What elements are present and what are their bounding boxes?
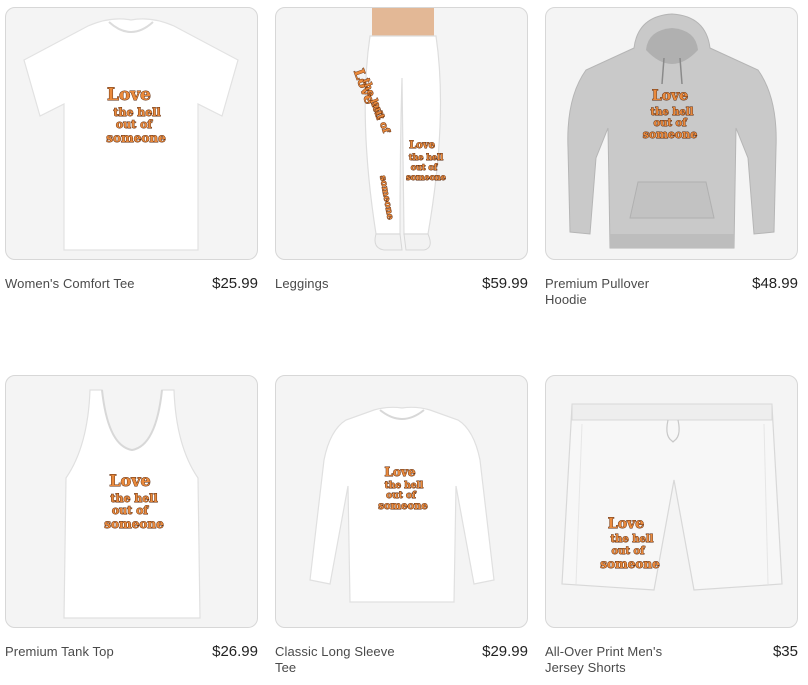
svg-text:Love: Love [107, 85, 151, 105]
product-name[interactable]: Leggings [275, 276, 329, 292]
svg-text:Love: Love [109, 471, 150, 490]
product-card[interactable]: Love the hell out of someone All-Over Pr… [545, 375, 798, 685]
svg-text:Love: Love [608, 516, 644, 532]
product-grid: Love the hell out of someone Women's Com… [5, 7, 798, 685]
product-price: $35 [772, 643, 798, 660]
svg-text:out of: out of [386, 491, 417, 501]
product-info: Leggings $59.99 [275, 276, 528, 292]
product-name[interactable]: Premium Tank Top [5, 644, 114, 660]
product-card[interactable]: Love the hell out of Love the hell out o… [275, 7, 528, 375]
svg-text:out of: out of [112, 504, 150, 517]
product-price: $29.99 [482, 643, 528, 660]
svg-text:the hell: the hell [409, 152, 443, 162]
product-card[interactable]: Love the hell out of someone Premium Pul… [545, 7, 798, 375]
svg-text:someone: someone [406, 172, 446, 182]
leggings-image: Love the hell out of Love the hell out o… [350, 8, 446, 251]
product-info: Premium Tank Top $26.99 [5, 644, 258, 660]
product-price: $48.99 [752, 275, 798, 292]
product-image[interactable]: Love the hell out of someone [545, 7, 798, 260]
svg-text:the hell: the hell [385, 481, 424, 491]
svg-text:the hell: the hell [651, 107, 694, 118]
product-price: $25.99 [212, 275, 258, 292]
product-image[interactable]: Love the hell out of someone [545, 375, 798, 628]
product-card[interactable]: Love the hell out of someone Classic Lon… [275, 375, 528, 685]
product-name[interactable]: Women's Comfort Tee [5, 276, 135, 292]
tank-top-image: Love the hell out of someone [63, 389, 201, 619]
product-info: Classic Long Sleeve Tee $29.99 [275, 644, 528, 676]
product-name[interactable]: Classic Long Sleeve Tee [275, 644, 415, 676]
jersey-shorts-image: Love the hell out of someone [561, 403, 783, 591]
svg-text:someone: someone [106, 131, 166, 145]
svg-text:Love: Love [384, 465, 415, 479]
svg-text:someone: someone [643, 128, 698, 141]
product-price: $59.99 [482, 275, 528, 292]
product-info: Women's Comfort Tee $25.99 [5, 276, 258, 292]
product-name[interactable]: Premium Pullover Hoodie [545, 276, 685, 308]
womens-tee-image: Love the hell out of someone [23, 18, 239, 251]
svg-text:the hell: the hell [611, 534, 654, 545]
svg-text:someone: someone [600, 557, 660, 571]
svg-text:Love: Love [652, 88, 688, 104]
svg-text:out of: out of [116, 118, 154, 131]
product-info: Premium Pullover Hoodie $48.99 [545, 276, 798, 308]
svg-text:someone: someone [378, 501, 428, 512]
product-info: All-Over Print Men's Jersey Shorts $35 [545, 644, 798, 676]
product-image[interactable]: Love the hell out of someone [5, 375, 258, 628]
svg-text:out of: out of [411, 162, 438, 172]
product-card[interactable]: Love the hell out of someone Women's Com… [5, 7, 258, 375]
product-card[interactable]: Love the hell out of someone Premium Tan… [5, 375, 258, 685]
product-image[interactable]: Love the hell out of Love the hell out o… [275, 7, 528, 260]
product-image[interactable]: Love the hell out of someone [275, 375, 528, 628]
svg-text:out of: out of [611, 546, 645, 557]
hoodie-image: Love the hell out of someone [567, 13, 777, 249]
long-sleeve-tee-image: Love the hell out of someone [309, 406, 495, 603]
product-price: $26.99 [212, 643, 258, 660]
product-image[interactable]: Love the hell out of someone [5, 7, 258, 260]
svg-text:someone: someone [104, 517, 164, 531]
product-name[interactable]: All-Over Print Men's Jersey Shorts [545, 644, 685, 676]
svg-text:Love: Love [409, 140, 435, 151]
